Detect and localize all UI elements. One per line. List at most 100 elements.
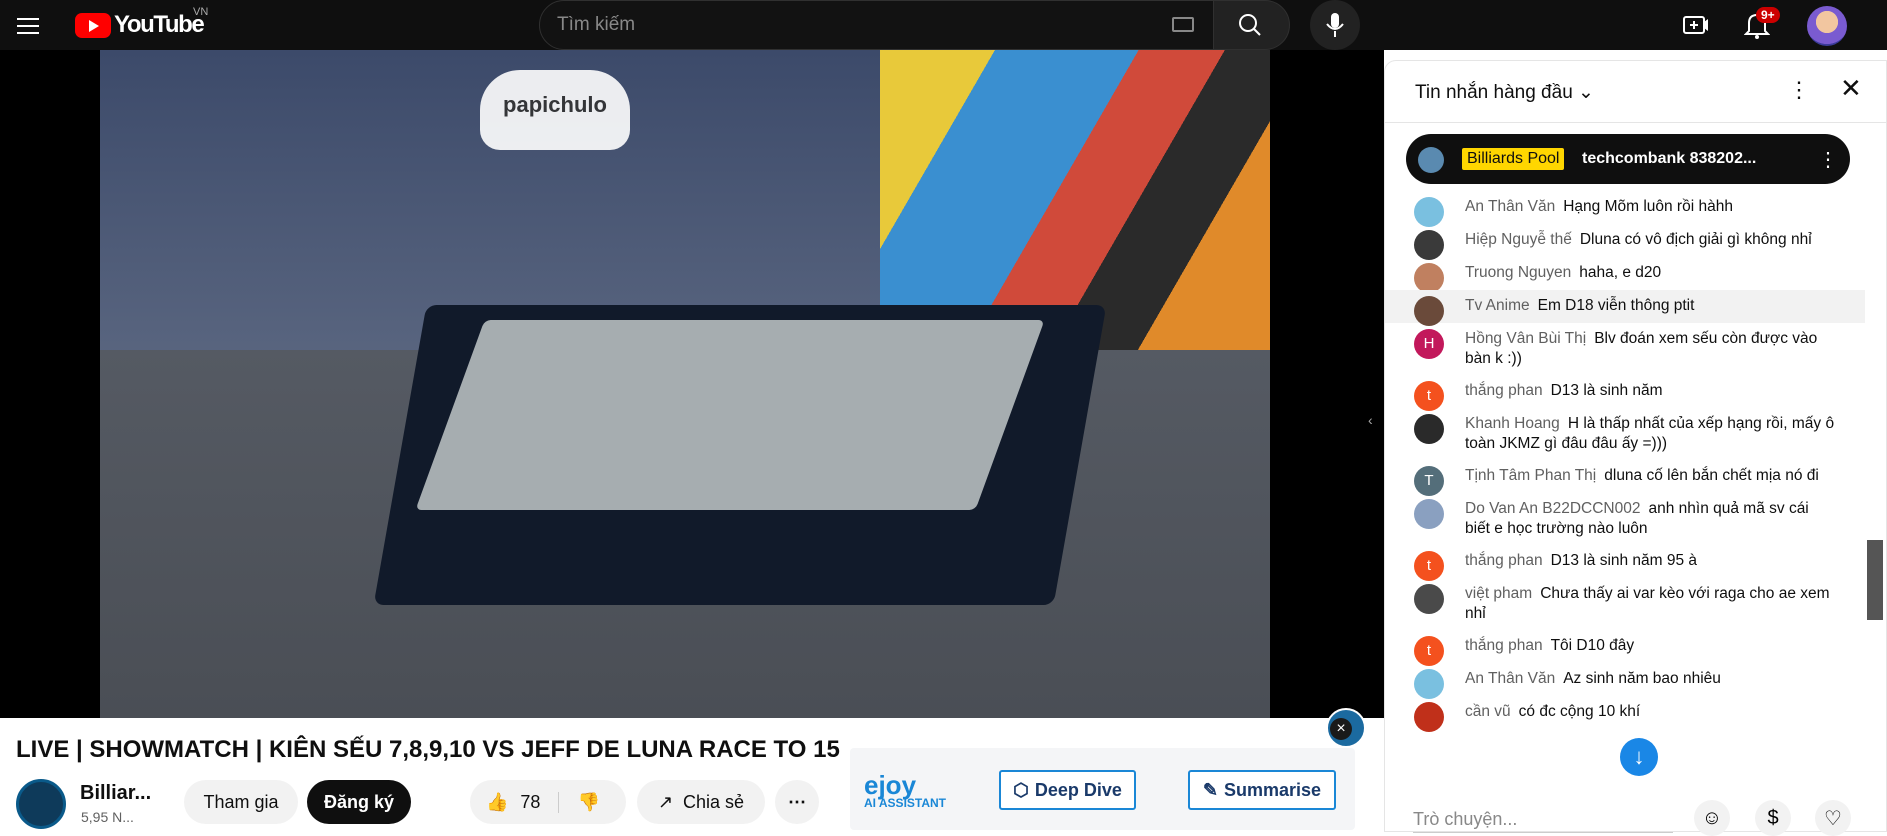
chat-author[interactable]: Truong Nguyen <box>1465 264 1571 281</box>
country-code: VN <box>193 6 209 18</box>
emoji-icon[interactable]: ☺ <box>1694 800 1730 836</box>
account-avatar[interactable] <box>1807 6 1847 46</box>
collapse-chat-arrow-icon[interactable]: ‹ <box>1368 412 1373 428</box>
chat-avatar <box>1414 296 1444 326</box>
chat-menu-icon[interactable]: ⋮ <box>1788 77 1810 103</box>
club-sign-text: papichulo <box>503 92 607 117</box>
voice-search-button[interactable] <box>1310 0 1360 50</box>
chat-avatar <box>1414 230 1444 260</box>
chat-message[interactable]: Hiệp Nguyễ thế Dluna có vô địch giải gì k… <box>1385 224 1865 260</box>
search-icon <box>1239 14 1261 36</box>
keyboard-icon[interactable] <box>1172 17 1194 32</box>
chat-avatar <box>1414 263 1444 293</box>
chat-text: có đc cộng 10 khí <box>1518 703 1641 720</box>
share-label: Chia sẻ <box>683 791 745 812</box>
chat-author[interactable]: thắng phan <box>1465 637 1543 654</box>
chat-avatar <box>1414 197 1444 227</box>
channel-avatar[interactable] <box>16 779 66 829</box>
chat-text: Hạng Mõm luôn rồi hàhh <box>1563 198 1733 215</box>
edit-icon: ✎ <box>1202 779 1219 800</box>
like-count[interactable]: 78 <box>520 792 540 813</box>
super-chat-icon[interactable]: $ <box>1755 800 1791 836</box>
chat-avatar: t <box>1414 381 1444 411</box>
chat-text: Em D18 viễn thông ptit <box>1537 297 1695 314</box>
close-chat-icon[interactable]: ✕ <box>1840 73 1862 104</box>
chat-avatar <box>1414 414 1444 444</box>
chat-message[interactable]: An Thân Văn Az sinh năm bao nhiêu <box>1385 663 1865 699</box>
chat-message[interactable]: T Tịnh Tâm Phan Thị dluna cố lên bắn chết … <box>1385 460 1865 496</box>
subscribe-button[interactable]: Đăng ký <box>307 780 411 824</box>
chat-mode-label: Tin nhắn hàng đầu <box>1415 82 1573 103</box>
chat-author[interactable]: Hồng Vân Bùi Thị <box>1465 330 1586 347</box>
chat-message[interactable]: Tv Anime Em D18 viễn thông ptit <box>1385 290 1865 326</box>
chat-message[interactable]: cần vũ có đc cộng 10 khí <box>1385 696 1865 732</box>
top-bar: YouTube VN 9+ <box>0 0 1887 50</box>
chevron-down-icon: ⌄ <box>1578 82 1594 103</box>
like-icon[interactable]: 👍 <box>486 792 508 813</box>
menu-icon[interactable] <box>16 13 40 37</box>
deep-dive-icon: ⬡ <box>1013 779 1029 800</box>
share-icon: ↗ <box>657 791 674 812</box>
chat-author[interactable]: cần vũ <box>1465 703 1511 720</box>
video-player[interactable]: papichulo ‹ <box>0 50 1384 748</box>
pinned-text: techcombank 838202... <box>1582 150 1757 167</box>
chat-avatar: H <box>1414 329 1444 359</box>
search-bar <box>539 0 1245 50</box>
chat-author[interactable]: thắng phan <box>1465 382 1543 399</box>
chat-author[interactable]: Do Van An B22DCCN002 <box>1465 500 1640 517</box>
youtube-logo[interactable]: YouTube VN <box>75 6 208 38</box>
search-button[interactable] <box>1213 0 1290 50</box>
heart-icon[interactable]: ♡ <box>1815 800 1851 836</box>
pinned-message[interactable]: Billiards Pool techcombank 838202... ⋮ <box>1406 134 1850 184</box>
live-chat-panel: Tin nhắn hàng đầu ⌄ ⋮ ✕ Billiards Pool t… <box>1384 60 1887 832</box>
chat-message[interactable]: An Thân Văn Hạng Mõm luôn rồi hàhh <box>1385 191 1865 227</box>
chat-text: D13 là sinh năm 95 à <box>1550 552 1698 569</box>
chat-message[interactable]: t thắng phan D13 là sinh năm 95 à <box>1385 545 1865 581</box>
chat-text: Az sinh năm bao nhiêu <box>1563 670 1721 687</box>
play-logo-icon <box>75 12 111 38</box>
ejoy-panel: ejoy AI ASSISTANT ⬡ Deep Dive ✎ Summaris… <box>850 748 1355 830</box>
notification-badge: 9+ <box>1756 7 1780 23</box>
mic-icon <box>1326 13 1344 37</box>
create-icon[interactable] <box>1683 13 1709 37</box>
chat-scrollbar[interactable] <box>1867 540 1883 620</box>
join-button[interactable]: Tham gia <box>184 780 298 824</box>
chat-author[interactable]: Khanh Hoang <box>1465 415 1560 432</box>
like-dislike-group: 👍 78 👎 <box>470 780 626 824</box>
scroll-down-button[interactable]: ↓ <box>1620 738 1658 776</box>
chat-message[interactable]: t thắng phan Tôi D10 đây <box>1385 630 1865 666</box>
chat-message[interactable]: Do Van An B22DCCN002 anh nhìn quả mã sv c… <box>1385 493 1865 545</box>
chat-text: Tôi D10 đây <box>1550 637 1635 654</box>
chat-author[interactable]: việt pham <box>1465 585 1532 602</box>
chat-message[interactable]: H Hồng Vân Bùi Thị Blv đoán xem sếu còn đư… <box>1385 323 1865 375</box>
chat-author[interactable]: An Thân Văn <box>1465 670 1555 687</box>
chat-message[interactable]: t thắng phan D13 là sinh năm <box>1385 375 1865 411</box>
summarise-button[interactable]: ✎ Summarise <box>1188 770 1336 810</box>
more-actions-icon[interactable]: ⋯ <box>775 780 819 824</box>
chat-author[interactable]: Hiệp Nguyễ thế <box>1465 231 1572 248</box>
pinned-avatar <box>1418 147 1444 173</box>
dislike-icon[interactable]: 👎 <box>558 791 600 813</box>
chat-message[interactable]: Truong Nguyen haha, e d20 <box>1385 257 1865 293</box>
chat-mode-selector[interactable]: Tin nhắn hàng đầu ⌄ <box>1415 81 1594 104</box>
video-frame[interactable]: papichulo <box>100 50 1270 718</box>
chat-author[interactable]: Tv Anime <box>1465 297 1530 314</box>
chat-text: haha, e d20 <box>1579 264 1662 281</box>
chat-author[interactable]: thắng phan <box>1465 552 1543 569</box>
chat-message[interactable]: việt pham Chưa thấy ai var kèo với raga c… <box>1385 578 1865 630</box>
chat-author[interactable]: Tịnh Tâm Phan Thị <box>1465 467 1596 484</box>
club-sign: papichulo <box>480 70 630 150</box>
chat-avatar <box>1414 669 1444 699</box>
pinned-menu-icon[interactable]: ⋮ <box>1818 147 1838 172</box>
share-button[interactable]: ↗ Chia sẻ <box>637 780 765 824</box>
deep-dive-button[interactable]: ⬡ Deep Dive <box>999 770 1136 810</box>
channel-name[interactable]: Billiar... <box>80 782 151 805</box>
chat-input[interactable]: Trò chuyện... <box>1413 803 1673 833</box>
close-icon[interactable]: × <box>1330 718 1352 740</box>
search-input[interactable] <box>557 12 1057 38</box>
logo-text: YouTube <box>114 11 205 38</box>
video-title: LIVE | SHOWMATCH | KIÊN SẾU 7,8,9,10 VS … <box>16 736 840 763</box>
chat-author[interactable]: An Thân Văn <box>1465 198 1555 215</box>
chat-text: D13 là sinh năm <box>1550 382 1663 399</box>
chat-message[interactable]: Khanh Hoang H là thấp nhất của xếp hạng r… <box>1385 408 1865 460</box>
